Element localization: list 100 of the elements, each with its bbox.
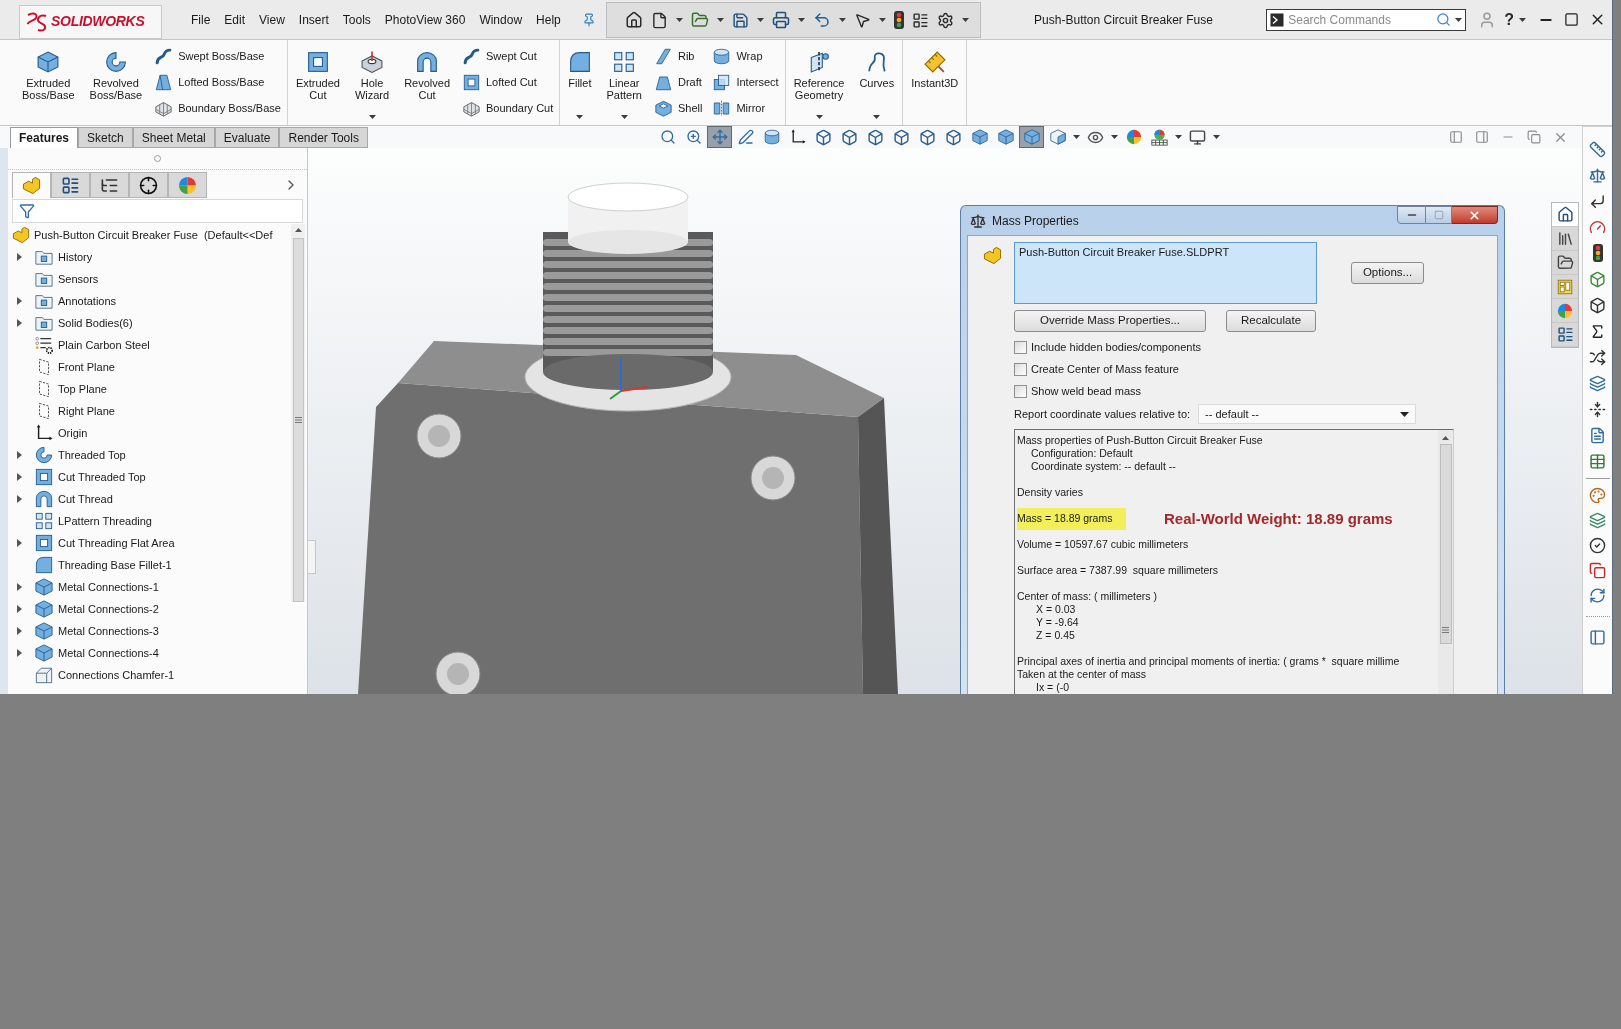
tree-item[interactable]: Cut Threading Flat Area <box>58 534 175 552</box>
tree-item[interactable]: Cut Threaded Top <box>58 468 146 486</box>
override-button[interactable]: Override Mass Properties... <box>1014 310 1206 332</box>
expand-arrow-icon[interactable] <box>17 539 22 547</box>
converging-arrows-icon[interactable] <box>1589 400 1606 418</box>
menu-item[interactable]: Edit <box>217 10 253 29</box>
menu-item[interactable]: File <box>184 10 218 29</box>
expand-arrow-icon[interactable] <box>17 649 22 657</box>
task-pane-tab[interactable] <box>1552 251 1578 275</box>
caret-icon[interactable] <box>675 18 683 22</box>
tree-item[interactable]: LPattern Threading <box>58 512 152 530</box>
expand-arrow-icon[interactable] <box>17 319 22 327</box>
crossed-arrows-icon[interactable] <box>1589 348 1606 366</box>
menu-item[interactable]: View <box>252 10 292 29</box>
ribbon-button[interactable]: Curves <box>855 40 899 125</box>
menu-item[interactable]: Window <box>472 10 530 29</box>
caret-icon[interactable] <box>1519 17 1526 22</box>
tree-item[interactable]: Solid Bodies(6) <box>58 314 133 332</box>
ruler-icon[interactable] <box>1589 140 1606 158</box>
caret-icon[interactable] <box>1111 135 1118 139</box>
document-icon[interactable] <box>1589 426 1606 444</box>
tree-item[interactable]: Metal Connections-2 <box>58 600 159 618</box>
ribbon-button[interactable]: Hole Wizard <box>350 40 394 125</box>
ribbon-button[interactable]: Revolved Boss/Base <box>85 40 147 125</box>
traffic-light-icon[interactable] <box>893 11 904 29</box>
panel-tab[interactable] <box>129 172 168 198</box>
task-pane-tab[interactable] <box>1552 227 1578 251</box>
layers-icon[interactable] <box>1589 374 1606 392</box>
home-icon[interactable] <box>624 11 643 29</box>
scrollbar[interactable] <box>1438 430 1453 694</box>
ribbon-button[interactable]: Instant3D <box>907 40 963 125</box>
ribbon-button[interactable]: Lofted Boss/Base <box>155 72 281 93</box>
caret-icon[interactable] <box>873 115 881 119</box>
ribbon-button[interactable]: Intersect <box>713 72 779 93</box>
caret-icon[interactable] <box>620 115 628 119</box>
grip-icon[interactable] <box>154 155 161 162</box>
ribbon-button[interactable]: Swept Cut <box>463 46 554 67</box>
caret-icon[interactable] <box>716 18 724 22</box>
caret-icon[interactable] <box>1073 135 1080 139</box>
checkbox[interactable] <box>1014 341 1027 354</box>
expand-arrow-icon[interactable] <box>17 627 22 635</box>
search-icon[interactable] <box>1436 12 1452 27</box>
tree-item[interactable]: Threaded Top <box>58 446 126 464</box>
ribbon-button[interactable]: Extruded Cut <box>291 40 344 125</box>
tree-item[interactable]: Cut Thread <box>58 490 113 508</box>
tree-item[interactable]: Connections Chamfer-1 <box>58 666 175 684</box>
ribbon-button[interactable]: Draft <box>654 72 703 93</box>
task-pane-tab[interactable] <box>1552 323 1578 347</box>
caret-icon[interactable] <box>756 18 764 22</box>
checkbox[interactable] <box>1014 363 1027 376</box>
ribbon-button[interactable]: Wrap <box>713 46 779 67</box>
tree-item[interactable]: History <box>58 248 93 266</box>
tree-item[interactable]: Top Plane <box>58 380 107 398</box>
squares-icon[interactable] <box>1589 562 1606 579</box>
task-pane-tab[interactable] <box>1552 203 1578 227</box>
tree-item[interactable]: Threading Base Fillet-1 <box>58 556 172 574</box>
menu-item[interactable]: Help <box>529 10 568 29</box>
tree-item[interactable]: Front Plane <box>58 358 115 376</box>
save-icon[interactable] <box>731 11 749 29</box>
caret-icon[interactable] <box>1175 135 1182 139</box>
maximize-button[interactable] <box>1426 206 1452 224</box>
table-icon[interactable] <box>1589 452 1606 470</box>
caret-icon[interactable] <box>838 18 846 22</box>
checkbox-label[interactable]: Show weld bead mass <box>1031 383 1142 400</box>
ribbon-button[interactable]: Swept Boss/Base <box>155 46 281 67</box>
coordinate-dropdown[interactable]: -- default -- <box>1198 404 1417 424</box>
tree-item[interactable]: Right Plane <box>58 402 115 420</box>
checkbox[interactable] <box>1014 385 1027 398</box>
up-arrow-icon[interactable] <box>1442 436 1449 440</box>
check-circle-icon[interactable] <box>1589 537 1606 554</box>
tree-item[interactable]: Annotations <box>58 292 117 310</box>
undo-icon[interactable] <box>812 11 831 29</box>
tab[interactable]: Sketch <box>78 127 133 148</box>
tab[interactable]: Features <box>10 127 79 148</box>
gauge-icon[interactable] <box>1589 218 1606 236</box>
settings-icon[interactable] <box>936 11 954 29</box>
panel-collapse-handle[interactable] <box>308 540 316 574</box>
cursor-icon[interactable] <box>853 11 871 29</box>
caret-icon[interactable] <box>815 115 823 119</box>
caret-icon[interactable] <box>961 18 969 22</box>
logo-button[interactable]: SOLIDWORKS <box>19 4 162 39</box>
caret-icon[interactable] <box>1455 17 1463 22</box>
menu-item[interactable]: Insert <box>291 10 336 29</box>
tree-item[interactable]: Metal Connections-1 <box>58 578 159 596</box>
ribbon-button[interactable]: Boundary Boss/Base <box>155 98 281 119</box>
tree-item[interactable]: Metal Connections-4 <box>58 644 159 662</box>
menu-item[interactable]: PhotoView 360 <box>377 10 473 29</box>
caret-icon[interactable] <box>368 115 376 119</box>
tab[interactable]: Sheet Metal <box>132 127 215 148</box>
pin-icon[interactable] <box>581 12 596 27</box>
ribbon-button[interactable]: Linear Pattern <box>602 40 646 125</box>
minimize-button[interactable] <box>1397 206 1426 224</box>
caret-icon[interactable] <box>797 18 805 22</box>
filter-field[interactable] <box>12 199 303 223</box>
return-arrow-icon[interactable] <box>1589 192 1606 210</box>
ribbon-button[interactable]: Extruded Boss/Base <box>18 40 79 125</box>
ribbon-button[interactable]: Rib <box>654 46 703 67</box>
caret-icon[interactable] <box>878 18 886 22</box>
ribbon-button[interactable]: Boundary Cut <box>463 98 554 119</box>
ribbon-button[interactable]: Mirror <box>713 98 779 119</box>
